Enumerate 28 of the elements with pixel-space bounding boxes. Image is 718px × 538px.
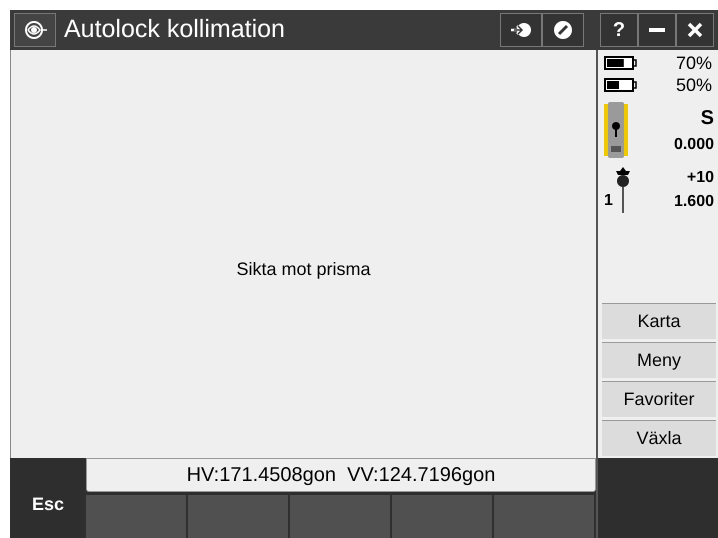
- battery-icon: [604, 78, 638, 92]
- app-logo-icon[interactable]: [14, 13, 56, 47]
- instrument-mode: S: [700, 106, 714, 131]
- side-menu-button[interactable]: Meny: [602, 342, 716, 378]
- prism-pole-icon: [614, 167, 632, 213]
- angle-readout: HV:171.4508gon VV:124.7196gon: [186, 463, 496, 488]
- side-menu-button[interactable]: Växla: [602, 420, 716, 456]
- battery-icon: [604, 56, 638, 70]
- close-button[interactable]: [676, 13, 714, 47]
- prohibited-icon: [553, 20, 573, 40]
- close-icon: [687, 22, 703, 38]
- total-station-icon: [604, 102, 628, 158]
- target-offset: +10: [686, 168, 714, 188]
- message-text: Sikta mot prisma: [236, 258, 371, 281]
- battery-reading: 50%: [676, 74, 712, 96]
- minimize-icon: [649, 28, 665, 32]
- target-height: 1.600: [674, 192, 714, 212]
- help-button[interactable]: ?: [600, 13, 638, 47]
- instrument-value: 0.000: [674, 135, 714, 155]
- toolbar-button[interactable]: [500, 13, 542, 47]
- minimize-button[interactable]: [638, 13, 676, 47]
- target-number: 1: [604, 191, 613, 211]
- toolbar-button[interactable]: [542, 13, 584, 47]
- arrow-into-circle-icon: [510, 21, 532, 39]
- window-title: Autolock kollimation: [64, 14, 286, 46]
- battery-reading: 70%: [676, 52, 712, 74]
- side-menu-button[interactable]: Favoriter: [602, 381, 716, 417]
- side-menu-button[interactable]: Karta: [602, 303, 716, 339]
